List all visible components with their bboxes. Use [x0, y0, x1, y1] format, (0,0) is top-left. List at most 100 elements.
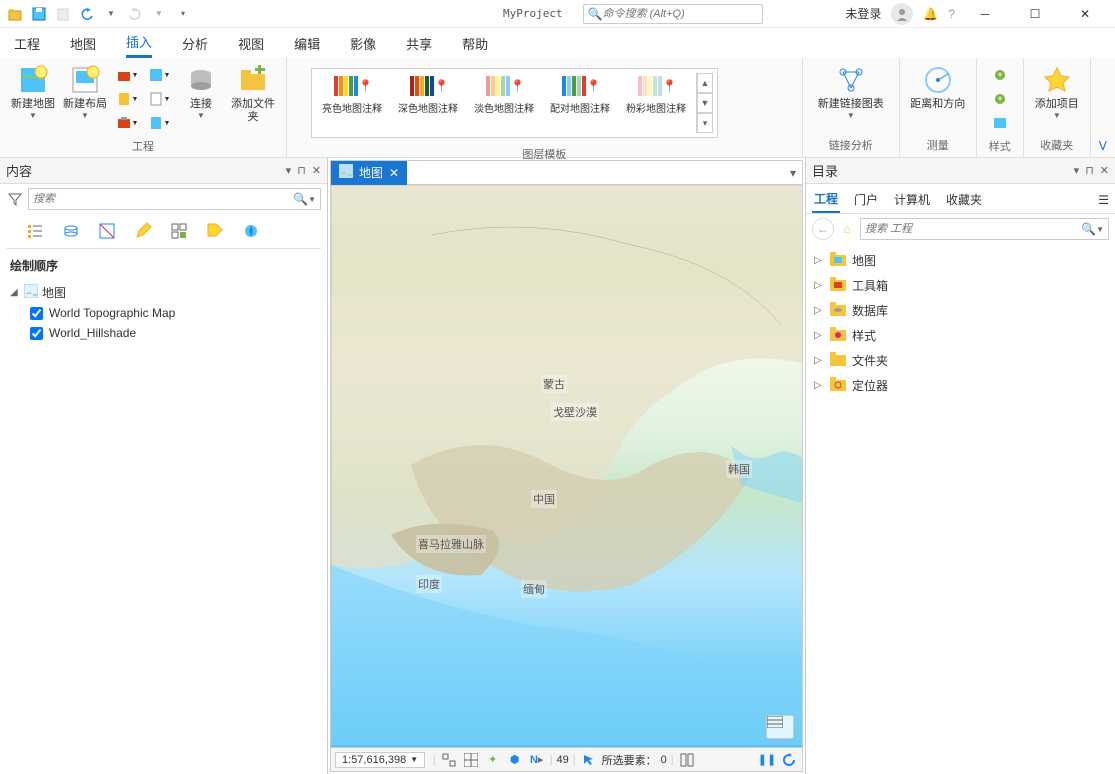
expand-icon[interactable]: ▷ — [814, 380, 824, 391]
pause-drawing-icon[interactable]: ❚❚ — [758, 751, 776, 769]
refresh-icon[interactable] — [780, 751, 798, 769]
login-status[interactable]: 未登录 — [845, 5, 881, 22]
scale-input[interactable]: 1:57,616,398 ▼ — [335, 752, 425, 768]
new-layout-button[interactable]: 新建布局 ▼ — [60, 62, 110, 122]
notification-icon[interactable]: 🔔 — [923, 7, 938, 21]
new-link-chart-button[interactable]: 新建链接图表 ▼ — [811, 62, 891, 122]
list-by-labeling-icon[interactable] — [204, 220, 226, 242]
layer-item-hillshade[interactable]: World_Hillshade — [30, 323, 317, 343]
new-map-button[interactable]: 新建地图 ▼ — [8, 62, 58, 122]
filter-icon[interactable] — [6, 190, 24, 208]
ribbon-collapse-button[interactable]: ᐯ — [1091, 58, 1115, 157]
list-by-snapping-icon[interactable] — [168, 220, 190, 242]
gallery-scroll-up[interactable]: ▲ — [697, 73, 713, 93]
tab-analysis[interactable]: 分析 — [182, 30, 208, 57]
catalog-tab-project[interactable]: 工程 — [812, 186, 840, 213]
collapse-icon[interactable]: ◢ — [10, 287, 20, 298]
panel-options-icon[interactable]: ▾ — [1074, 164, 1080, 177]
list-by-selection-icon[interactable] — [96, 220, 118, 242]
grid-icon[interactable] — [462, 751, 480, 769]
catalog-item-databases[interactable]: ▷数据库 — [812, 298, 1109, 323]
tab-insert[interactable]: 插入 — [126, 28, 152, 58]
layer-checkbox-hillshade[interactable] — [30, 327, 43, 340]
qat-customize-dropdown[interactable]: ▾ — [174, 5, 192, 23]
map-tab-close-icon[interactable]: ✕ — [389, 166, 399, 180]
minimize-button[interactable]: ─ — [965, 0, 1005, 28]
basemap-button[interactable] — [766, 715, 794, 739]
user-avatar-icon[interactable] — [891, 3, 913, 25]
search-icon[interactable]: 🔍 — [293, 192, 308, 206]
catalog-search-input[interactable] — [865, 223, 1081, 235]
gallery-scroll-down[interactable]: ▼ — [697, 93, 713, 113]
command-search-box[interactable]: 🔍 — [583, 4, 763, 24]
add-item-button[interactable]: 添加项目 ▼ — [1032, 62, 1082, 122]
tab-map[interactable]: 地图 — [70, 30, 96, 57]
help-icon[interactable]: ? — [948, 7, 955, 21]
qat-save-icon[interactable] — [30, 5, 48, 23]
catalog-item-locators[interactable]: ▷定位器 — [812, 373, 1109, 398]
tab-edit[interactable]: 编辑 — [294, 30, 320, 57]
gallery-item-pastel[interactable]: 📍 粉彩地图注释 — [620, 73, 692, 133]
search-icon[interactable]: 🔍 — [1081, 222, 1096, 236]
nav-back-icon[interactable]: ← — [812, 218, 834, 240]
qat-redo-icon[interactable] — [126, 5, 144, 23]
close-button[interactable]: ✕ — [1065, 0, 1105, 28]
expand-icon[interactable]: ▷ — [814, 355, 824, 366]
qat-paste-icon[interactable] — [54, 5, 72, 23]
layer-item-topo[interactable]: World Topographic Map — [30, 303, 317, 323]
list-by-source-icon[interactable] — [60, 220, 82, 242]
list-by-editing-icon[interactable] — [132, 220, 154, 242]
gallery-item-pair[interactable]: 📍 配对地图注释 — [544, 73, 616, 133]
expand-icon[interactable]: ▷ — [814, 330, 824, 341]
panel-close-icon[interactable]: ✕ — [312, 164, 321, 177]
catalog-item-toolboxes[interactable]: ▷工具箱 — [812, 273, 1109, 298]
panel-pin-icon[interactable]: ⊓ — [1085, 164, 1094, 177]
command-search-input[interactable] — [603, 8, 758, 20]
expand-icon[interactable]: ▷ — [814, 255, 824, 266]
gallery-item-bright[interactable]: 📍 亮色地图注释 — [316, 73, 388, 133]
catalog-item-maps[interactable]: ▷地图 — [812, 248, 1109, 273]
catalog-menu-icon[interactable]: ☰ — [1098, 193, 1109, 207]
constraint-icon[interactable]: ⬢ — [506, 751, 524, 769]
inference-icon[interactable]: N▸ — [528, 751, 546, 769]
map-tab[interactable]: 地图 ✕ — [331, 161, 407, 185]
distance-direction-button[interactable]: 距离和方向 — [908, 62, 968, 113]
search-dropdown-icon[interactable]: ▼ — [308, 195, 316, 204]
task-small-button[interactable]: ▼ — [114, 112, 140, 134]
tab-view[interactable]: 视图 — [238, 30, 264, 57]
qat-open-icon[interactable] — [6, 5, 24, 23]
expand-icon[interactable]: ▷ — [814, 280, 824, 291]
tab-project[interactable]: 工程 — [14, 30, 40, 57]
maximize-button[interactable]: ☐ — [1015, 0, 1055, 28]
map-canvas[interactable]: 蒙古 戈壁沙漠 中国 喜马拉雅山脉 印度 缅甸 韩国 — [331, 185, 802, 747]
home-icon[interactable]: ⌂ — [838, 222, 856, 236]
qat-redo-dropdown[interactable]: ▼ — [150, 5, 168, 23]
notebook-small-button[interactable]: ▼ — [114, 88, 140, 110]
catalog-tab-favorites[interactable]: 收藏夹 — [944, 187, 984, 212]
catalog-item-styles[interactable]: ▷样式 — [812, 323, 1109, 348]
qat-undo-dropdown[interactable]: ▼ — [102, 5, 120, 23]
list-by-drawing-order-icon[interactable] — [24, 220, 46, 242]
map-tabs-dropdown[interactable]: ▾ — [784, 166, 802, 180]
connections-button[interactable]: 连接 ▼ — [176, 62, 226, 122]
catalog-view-icon[interactable] — [678, 751, 696, 769]
add-folder-button[interactable]: 添加文件夹 — [228, 62, 278, 126]
tab-imagery[interactable]: 影像 — [350, 30, 376, 57]
qat-undo-icon[interactable] — [78, 5, 96, 23]
tab-share[interactable]: 共享 — [406, 30, 432, 57]
tree-root-map[interactable]: ◢ 地图 — [10, 282, 317, 303]
content-search-input[interactable] — [33, 193, 293, 205]
correction-icon[interactable]: ✦ — [484, 751, 502, 769]
gallery-expand[interactable]: ▾ — [697, 113, 713, 133]
layer-checkbox-topo[interactable] — [30, 307, 43, 320]
style-new-button[interactable] — [987, 112, 1013, 134]
style-add-button[interactable]: + — [987, 64, 1013, 86]
style-import-button[interactable]: + — [987, 88, 1013, 110]
snapping-icon[interactable] — [440, 751, 458, 769]
gallery-item-light[interactable]: 📍 淡色地图注释 — [468, 73, 540, 133]
panel-pin-icon[interactable]: ⊓ — [297, 164, 306, 177]
expand-icon[interactable]: ▷ — [814, 305, 824, 316]
toolbox-small-button[interactable]: ▼ — [114, 64, 140, 86]
catalog-tab-portal[interactable]: 门户 — [852, 187, 880, 212]
panel-options-icon[interactable]: ▾ — [286, 164, 292, 177]
